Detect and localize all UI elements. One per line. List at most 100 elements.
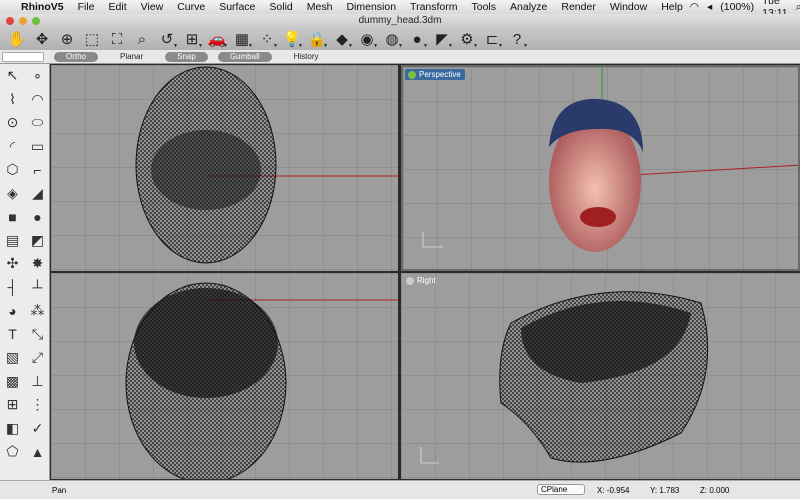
zoom-icon[interactable]: ⊕ xyxy=(56,29,78,49)
menu-mesh[interactable]: Mesh xyxy=(300,1,340,13)
mode-bar: Ortho Planar Snap Gumball History xyxy=(0,50,800,64)
osnap-icon[interactable]: ⁘ ▼ xyxy=(256,29,278,49)
viewport-status-icon xyxy=(408,71,416,79)
menu-transform[interactable]: Transform xyxy=(403,1,464,13)
menu-file[interactable]: File xyxy=(71,1,102,13)
transform-icon[interactable]: ✣ xyxy=(0,252,25,276)
circle-icon[interactable]: ⊙ xyxy=(0,111,25,135)
car-render-icon[interactable]: 🚗 ▼ xyxy=(206,29,228,49)
zoom-selected-icon[interactable]: ⌕ xyxy=(131,29,153,49)
lock-icon[interactable]: 🔒 ▼ xyxy=(306,29,328,49)
point-icon[interactable]: ∘ xyxy=(25,64,50,88)
dimension-icon[interactable]: ⊥ xyxy=(25,370,50,394)
menu-window[interactable]: Window xyxy=(603,1,654,13)
wifi-icon[interactable]: ◠ xyxy=(690,1,699,13)
grid-icon[interactable]: ⊞ xyxy=(0,393,25,417)
menu-curve[interactable]: Curve xyxy=(170,1,212,13)
top-view-mesh xyxy=(135,66,398,264)
polygon-icon[interactable]: ⬡ xyxy=(0,158,25,182)
menu-analyze[interactable]: Analyze xyxy=(503,1,554,13)
viewport-label-perspective[interactable]: Perspective xyxy=(405,69,465,80)
menu-view[interactable]: View xyxy=(134,1,171,13)
panel-icon[interactable]: ◩ xyxy=(25,229,50,253)
coord-x: X: -0.954 xyxy=(597,486,630,495)
color-wheel-icon[interactable]: ◉ ▼ xyxy=(356,29,378,49)
menu-edit[interactable]: Edit xyxy=(102,1,134,13)
trim-icon[interactable]: ┤ xyxy=(0,276,25,300)
command-input[interactable] xyxy=(2,51,44,62)
help-icon[interactable]: ? ▼ xyxy=(506,29,528,50)
menu-app[interactable]: RhinoV5 xyxy=(14,1,71,13)
analyze-icon[interactable]: ◧ xyxy=(0,417,25,441)
viewport-top[interactable] xyxy=(51,65,398,271)
mode-gumball[interactable]: Gumball xyxy=(217,51,272,62)
undo-view-icon[interactable]: ↺ ▼ xyxy=(156,29,178,49)
explode-icon[interactable]: ✸ xyxy=(25,252,50,276)
spotlight-icon[interactable]: ◤ ▼ xyxy=(431,29,453,49)
array-icon[interactable]: ▩ xyxy=(0,370,25,394)
battery-status[interactable]: (100%) xyxy=(720,1,754,13)
block-icon[interactable]: ▧ xyxy=(0,346,25,370)
sphere-display-icon[interactable]: ◍ ▼ xyxy=(381,29,403,49)
check-icon[interactable]: ✓ xyxy=(25,417,50,441)
sphere-icon[interactable]: ● xyxy=(25,205,50,229)
move-icon[interactable]: ⤢ xyxy=(25,346,50,370)
cplane-select[interactable]: CPlane xyxy=(537,484,585,495)
zoom-extents-icon[interactable]: ⛶ xyxy=(106,29,128,49)
arc-icon[interactable]: ◜ xyxy=(0,135,25,159)
viewport-status-icon xyxy=(406,277,414,285)
fillet-icon[interactable]: ⌐ xyxy=(25,158,50,182)
gear-icon[interactable]: ⚙ ▼ xyxy=(456,29,478,49)
viewport-perspective[interactable]: Perspective xyxy=(401,65,800,271)
front-view-mesh xyxy=(125,282,398,479)
coord-y: Y: 1.783 xyxy=(650,486,680,495)
render-icon[interactable]: ▲ xyxy=(25,440,50,464)
viewport-label-right[interactable]: Right xyxy=(403,275,440,286)
mesh-icon[interactable]: ⬠ xyxy=(0,440,25,464)
array-polar-icon[interactable]: ⋮ xyxy=(25,393,50,417)
polyline-icon[interactable]: ⌇ xyxy=(0,88,25,112)
light-icon[interactable]: 💡 ▼ xyxy=(281,29,303,49)
shaded-sphere-icon[interactable]: ● ▼ xyxy=(406,29,428,50)
menu-dimension[interactable]: Dimension xyxy=(339,1,403,13)
text-icon[interactable]: T xyxy=(0,323,25,347)
select-icon[interactable]: ↖ xyxy=(0,64,25,88)
grouping-icon[interactable]: ⊏ ▼ xyxy=(481,29,503,49)
layers-icon[interactable]: ◆ ▼ xyxy=(331,29,353,49)
rotate-icon[interactable]: ✥ xyxy=(31,29,53,49)
last-command: Pan xyxy=(52,486,67,495)
surface-from-points-icon[interactable]: ◈ xyxy=(0,182,25,206)
scale-icon[interactable]: ⤡ xyxy=(25,323,50,347)
volume-icon[interactable]: ◂ xyxy=(707,1,712,13)
sweep-icon[interactable]: ◢ xyxy=(25,182,50,206)
window-title: dummy_head.3dm xyxy=(358,15,442,26)
spotlight-search-icon[interactable]: ⌕ xyxy=(796,1,800,14)
group-icon[interactable]: ⁂ xyxy=(25,299,50,323)
close-window-button[interactable] xyxy=(6,17,14,25)
mode-snap[interactable]: Snap xyxy=(165,51,208,62)
menu-surface[interactable]: Surface xyxy=(212,1,262,13)
curve-icon[interactable]: ◠ xyxy=(25,88,50,112)
cylinder-icon[interactable]: ▤ xyxy=(0,229,25,253)
pan-icon[interactable]: ✋ xyxy=(6,29,28,49)
menu-help[interactable]: Help xyxy=(654,1,690,13)
zoom-window-button[interactable] xyxy=(32,17,40,25)
viewport-right[interactable]: Right xyxy=(401,273,800,479)
viewport-front[interactable] xyxy=(51,273,398,479)
box-icon[interactable]: ■ xyxy=(0,205,25,229)
cplane-icon[interactable]: ▦ ▼ xyxy=(231,29,253,49)
mode-history[interactable]: History xyxy=(282,52,331,62)
ellipse-icon[interactable]: ⬭ xyxy=(25,111,50,135)
minimize-window-button[interactable] xyxy=(19,17,27,25)
status-bar: Pan CPlane X: -0.954 Y: 1.783 Z: 0.000 xyxy=(0,480,800,499)
boolean-icon[interactable]: ◕ xyxy=(0,299,25,323)
menu-tools[interactable]: Tools xyxy=(465,1,504,13)
split-icon[interactable]: ┴ xyxy=(25,276,50,300)
menu-render[interactable]: Render xyxy=(554,1,602,13)
four-viewports-icon[interactable]: ⊞ ▼ xyxy=(181,29,203,49)
mode-ortho[interactable]: Ortho xyxy=(54,51,99,62)
zoom-window-icon[interactable]: ⬚ xyxy=(81,29,103,49)
rectangle-icon[interactable]: ▭ xyxy=(25,135,50,159)
mode-planar[interactable]: Planar xyxy=(108,52,155,62)
menu-solid[interactable]: Solid xyxy=(262,1,299,13)
